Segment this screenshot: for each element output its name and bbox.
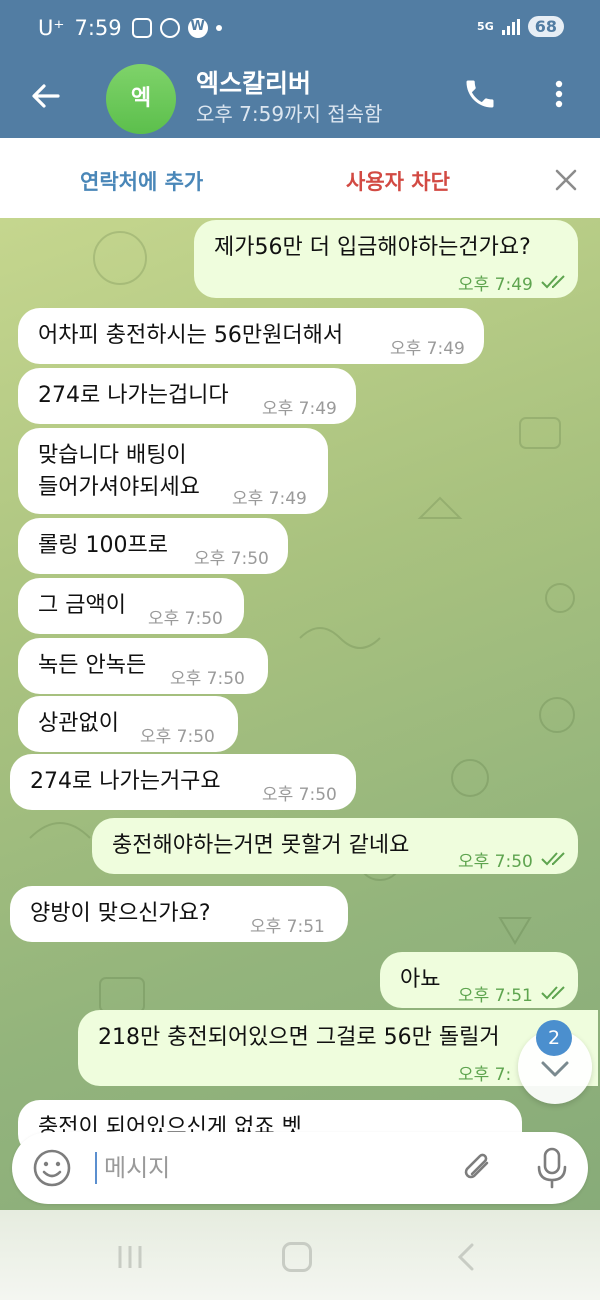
chat-header: 엑 엑스칼리버 오후 7:59까지 접속함 — [0, 58, 600, 138]
message-bubble-incoming[interactable]: 맞습니다 배팅이 들어가셔야되세요 오후 7:49 — [18, 428, 328, 514]
message-bubble-outgoing[interactable]: 아뇨 오후 7:51 — [380, 952, 578, 1008]
network-type: 5G — [477, 19, 494, 33]
status-bar-right: 5G 68 — [477, 16, 564, 37]
message-time: 오후 7: — [458, 1065, 512, 1085]
message-bubble-incoming[interactable]: 상관없이 오후 7:50 — [18, 696, 238, 752]
notification-dot-icon — [215, 25, 222, 31]
message-bubble-incoming[interactable]: 어차피 충전하시는 56만원더해서 오후 7:49 — [18, 308, 484, 364]
message-time: 오후 7:50 — [458, 852, 533, 872]
battery-level: 68 — [527, 16, 564, 37]
message-time: 오후 7:51 — [250, 917, 325, 937]
microphone-icon[interactable] — [532, 1146, 572, 1190]
message-text: 상관없이 — [38, 711, 119, 736]
spam-action-bar: 연락처에 추가 사용자 차단 — [0, 138, 600, 218]
message-bubble-incoming[interactable]: 274로 나가는거구요 오후 7:50 — [10, 754, 356, 810]
message-text: 218만 충전되어있으면 그걸로 56만 돌릴거 — [98, 1025, 500, 1050]
message-text: 어차피 충전하시는 56만원더해서 — [38, 323, 344, 348]
message-bubble-outgoing[interactable]: 충전해야하는거면 못할거 같네요 오후 7:50 — [92, 818, 578, 874]
message-bubble-outgoing[interactable]: 제가56만 더 입금해야하는건가요? 오후 7:49 — [194, 220, 578, 298]
message-time: 오후 7:49 — [262, 399, 337, 419]
message-text: 양방이 맞으신가요? — [30, 901, 211, 926]
unread-count-badge: 2 — [536, 1020, 572, 1056]
message-text: 아뇨 — [400, 967, 441, 992]
phone-icon[interactable] — [462, 76, 498, 112]
back-arrow-icon[interactable] — [28, 78, 64, 114]
status-bar-left: U⁺ 7:59 W — [38, 16, 222, 40]
message-time: 오후 7:51 — [458, 986, 533, 1006]
system-navigation-bar — [0, 1210, 600, 1300]
message-text-line: 맞습니다 배팅이 — [38, 443, 187, 468]
read-checkmarks-icon — [541, 275, 565, 289]
read-checkmarks-icon — [541, 852, 565, 866]
message-time: 오후 7:50 — [140, 727, 215, 747]
message-text: 그 금액이 — [38, 593, 126, 618]
add-contact-button[interactable]: 연락처에 추가 — [80, 166, 203, 196]
message-bubble-incoming[interactable]: 274로 나가는겁니다 오후 7:49 — [18, 368, 356, 424]
emoji-icon[interactable] — [32, 1148, 72, 1188]
message-text: 롤링 100프로 — [38, 533, 168, 558]
clock: 7:59 — [74, 16, 122, 40]
message-time: 오후 7:50 — [194, 549, 269, 569]
read-checkmarks-icon — [541, 986, 565, 1000]
message-time: 오후 7:49 — [458, 275, 533, 295]
chrome-icon — [159, 18, 180, 38]
message-time: 오후 7:50 — [170, 669, 245, 689]
message-bubble-incoming[interactable]: 녹든 안녹든 오후 7:50 — [18, 638, 268, 694]
recent-apps-icon[interactable] — [116, 1244, 144, 1270]
message-bubble-incoming[interactable]: 롤링 100프로 오후 7:50 — [18, 518, 288, 574]
message-text: 274로 나가는거구요 — [30, 769, 221, 794]
status-bar: U⁺ 7:59 W 5G 68 — [0, 0, 600, 58]
signal-icon — [501, 18, 520, 35]
w-app-icon: W — [187, 18, 208, 38]
message-text: 충전해야하는거면 못할거 같네요 — [112, 833, 410, 858]
message-input[interactable] — [104, 1148, 404, 1188]
nav-back-icon[interactable] — [454, 1242, 478, 1272]
message-bubble-incoming[interactable]: 양방이 맞으신가요? 오후 7:51 — [10, 886, 348, 942]
block-user-button[interactable]: 사용자 차단 — [346, 166, 450, 196]
contact-name[interactable]: 엑스칼리버 — [196, 64, 311, 100]
message-time: 오후 7:50 — [148, 609, 223, 629]
message-text-line: 들어가셔야되세요 — [38, 475, 200, 500]
attach-icon[interactable] — [458, 1148, 498, 1188]
screenshot-icon — [131, 18, 152, 38]
message-bubble-incoming[interactable]: 그 금액이 오후 7:50 — [18, 578, 244, 634]
close-icon[interactable] — [552, 166, 580, 194]
message-time: 오후 7:49 — [390, 339, 465, 359]
home-button-icon[interactable] — [282, 1242, 312, 1272]
message-text: 제가56만 더 입금해야하는건가요? — [214, 235, 531, 260]
message-text: 녹든 안녹든 — [38, 653, 147, 678]
message-time: 오후 7:49 — [232, 489, 307, 509]
message-text: 맞습니다 배팅이 들어가셔야되세요 — [38, 440, 200, 504]
carrier-label: U⁺ — [38, 16, 65, 40]
message-time: 오후 7:50 — [262, 785, 337, 805]
last-seen-status: 오후 7:59까지 접속함 — [196, 102, 383, 126]
more-options-icon[interactable] — [544, 76, 574, 112]
message-composer — [12, 1132, 588, 1204]
message-text: 274로 나가는겁니다 — [38, 383, 229, 408]
avatar[interactable]: 엑 — [106, 64, 176, 134]
text-cursor — [95, 1152, 97, 1184]
